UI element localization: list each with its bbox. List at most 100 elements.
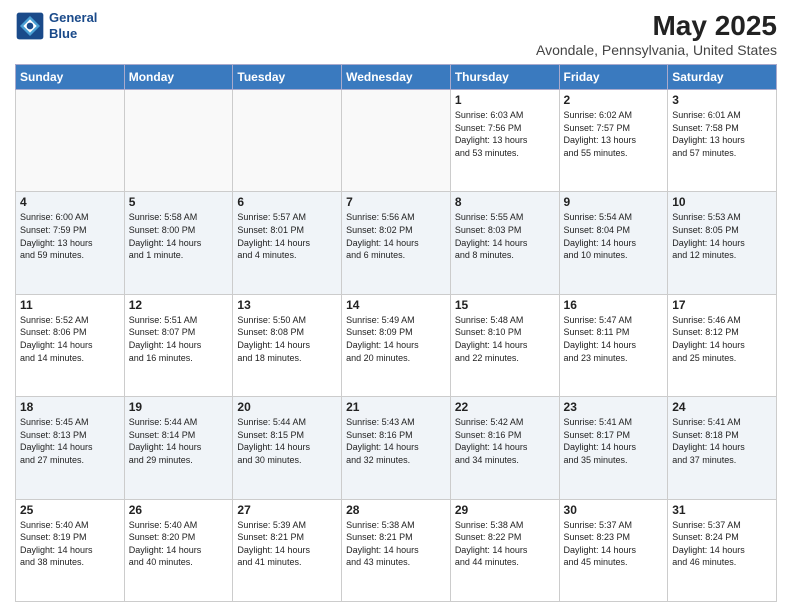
day-number: 29 (455, 503, 555, 517)
calendar-cell: 24Sunrise: 5:41 AM Sunset: 8:18 PM Dayli… (668, 397, 777, 499)
weekday-header-friday: Friday (559, 65, 668, 90)
day-info: Sunrise: 6:01 AM Sunset: 7:58 PM Dayligh… (672, 109, 772, 159)
day-info: Sunrise: 5:42 AM Sunset: 8:16 PM Dayligh… (455, 416, 555, 466)
day-number: 15 (455, 298, 555, 312)
weekday-header-saturday: Saturday (668, 65, 777, 90)
day-info: Sunrise: 5:45 AM Sunset: 8:13 PM Dayligh… (20, 416, 120, 466)
day-number: 5 (129, 195, 229, 209)
calendar-cell: 7 Sunrise: 5:56 AM Sunset: 8:02 PM Daylig… (342, 192, 451, 294)
day-number: 26 (129, 503, 229, 517)
calendar-week-0: 1 Sunrise: 6:03 AM Sunset: 7:56 PM Daylig… (16, 90, 777, 192)
day-info: Sunrise: 5:38 AM Sunset: 8:22 PM Dayligh… (455, 519, 555, 569)
page: General Blue May 2025 Avondale, Pennsylv… (0, 0, 792, 612)
day-info: Sunrise: 5:39 AM Sunset: 8:21 PM Dayligh… (237, 519, 337, 569)
day-info: Sunrise: 6:02 AM Sunset: 7:57 PM Dayligh… (564, 109, 664, 159)
logo: General Blue (15, 10, 97, 41)
calendar-cell: 13 Sunrise: 5:50 AM Sunset: 8:08 PM Dayli… (233, 294, 342, 396)
calendar-cell (124, 90, 233, 192)
logo-icon (15, 11, 45, 41)
day-number: 7 (346, 195, 446, 209)
calendar-cell: 16Sunrise: 5:47 AM Sunset: 8:11 PM Dayli… (559, 294, 668, 396)
calendar-cell: 21 Sunrise: 5:43 AM Sunset: 8:16 PM Dayli… (342, 397, 451, 499)
day-info: Sunrise: 5:46 AM Sunset: 8:12 PM Dayligh… (672, 314, 772, 364)
calendar-cell: 31 Sunrise: 5:37 AM Sunset: 8:24 PM Dayli… (668, 499, 777, 601)
calendar-cell: 26 Sunrise: 5:40 AM Sunset: 8:20 PM Dayli… (124, 499, 233, 601)
calendar-week-1: 4Sunrise: 6:00 AM Sunset: 7:59 PM Daylig… (16, 192, 777, 294)
day-number: 10 (672, 195, 772, 209)
weekday-header-tuesday: Tuesday (233, 65, 342, 90)
day-number: 14 (346, 298, 446, 312)
weekday-header-wednesday: Wednesday (342, 65, 451, 90)
day-info: Sunrise: 5:49 AM Sunset: 8:09 PM Dayligh… (346, 314, 446, 364)
day-info: Sunrise: 5:53 AM Sunset: 8:05 PM Dayligh… (672, 211, 772, 261)
day-info: Sunrise: 5:40 AM Sunset: 8:20 PM Dayligh… (129, 519, 229, 569)
calendar-week-2: 11 Sunrise: 5:52 AM Sunset: 8:06 PM Dayli… (16, 294, 777, 396)
calendar-cell: 27 Sunrise: 5:39 AM Sunset: 8:21 PM Dayli… (233, 499, 342, 601)
day-info: Sunrise: 5:41 AM Sunset: 8:17 PM Dayligh… (564, 416, 664, 466)
day-number: 25 (20, 503, 120, 517)
calendar-cell (233, 90, 342, 192)
subtitle: Avondale, Pennsylvania, United States (536, 42, 777, 58)
calendar-week-3: 18 Sunrise: 5:45 AM Sunset: 8:13 PM Dayli… (16, 397, 777, 499)
day-info: Sunrise: 5:37 AM Sunset: 8:24 PM Dayligh… (672, 519, 772, 569)
day-number: 11 (20, 298, 120, 312)
calendar-cell: 28 Sunrise: 5:38 AM Sunset: 8:21 PM Dayli… (342, 499, 451, 601)
day-info: Sunrise: 5:43 AM Sunset: 8:16 PM Dayligh… (346, 416, 446, 466)
calendar-table: SundayMondayTuesdayWednesdayThursdayFrid… (15, 64, 777, 602)
weekday-header-thursday: Thursday (450, 65, 559, 90)
calendar-cell: 1 Sunrise: 6:03 AM Sunset: 7:56 PM Daylig… (450, 90, 559, 192)
calendar-cell: 23 Sunrise: 5:41 AM Sunset: 8:17 PM Dayli… (559, 397, 668, 499)
day-number: 31 (672, 503, 772, 517)
day-info: Sunrise: 5:41 AM Sunset: 8:18 PM Dayligh… (672, 416, 772, 466)
day-number: 13 (237, 298, 337, 312)
day-info: Sunrise: 5:57 AM Sunset: 8:01 PM Dayligh… (237, 211, 337, 261)
calendar-cell: 15Sunrise: 5:48 AM Sunset: 8:10 PM Dayli… (450, 294, 559, 396)
day-number: 23 (564, 400, 664, 414)
day-number: 27 (237, 503, 337, 517)
calendar-cell: 6 Sunrise: 5:57 AM Sunset: 8:01 PM Daylig… (233, 192, 342, 294)
day-info: Sunrise: 6:03 AM Sunset: 7:56 PM Dayligh… (455, 109, 555, 159)
day-number: 9 (564, 195, 664, 209)
day-number: 4 (20, 195, 120, 209)
calendar-cell: 19 Sunrise: 5:44 AM Sunset: 8:14 PM Dayli… (124, 397, 233, 499)
day-number: 3 (672, 93, 772, 107)
day-number: 2 (564, 93, 664, 107)
day-info: Sunrise: 5:40 AM Sunset: 8:19 PM Dayligh… (20, 519, 120, 569)
day-info: Sunrise: 5:56 AM Sunset: 8:02 PM Dayligh… (346, 211, 446, 261)
calendar-cell: 2 Sunrise: 6:02 AM Sunset: 7:57 PM Daylig… (559, 90, 668, 192)
day-info: Sunrise: 5:54 AM Sunset: 8:04 PM Dayligh… (564, 211, 664, 261)
calendar-week-4: 25 Sunrise: 5:40 AM Sunset: 8:19 PM Dayli… (16, 499, 777, 601)
weekday-header-monday: Monday (124, 65, 233, 90)
day-number: 21 (346, 400, 446, 414)
day-info: Sunrise: 5:52 AM Sunset: 8:06 PM Dayligh… (20, 314, 120, 364)
calendar-cell: 20 Sunrise: 5:44 AM Sunset: 8:15 PM Dayli… (233, 397, 342, 499)
day-info: Sunrise: 5:50 AM Sunset: 8:08 PM Dayligh… (237, 314, 337, 364)
calendar-cell: 4Sunrise: 6:00 AM Sunset: 7:59 PM Daylig… (16, 192, 125, 294)
day-number: 1 (455, 93, 555, 107)
day-number: 17 (672, 298, 772, 312)
day-number: 28 (346, 503, 446, 517)
calendar-cell: 10 Sunrise: 5:53 AM Sunset: 8:05 PM Dayli… (668, 192, 777, 294)
day-info: Sunrise: 5:38 AM Sunset: 8:21 PM Dayligh… (346, 519, 446, 569)
calendar-cell: 12 Sunrise: 5:51 AM Sunset: 8:07 PM Dayli… (124, 294, 233, 396)
day-number: 16 (564, 298, 664, 312)
day-number: 19 (129, 400, 229, 414)
day-number: 18 (20, 400, 120, 414)
calendar-cell (16, 90, 125, 192)
day-number: 12 (129, 298, 229, 312)
day-info: Sunrise: 5:44 AM Sunset: 8:14 PM Dayligh… (129, 416, 229, 466)
title-block: May 2025 Avondale, Pennsylvania, United … (536, 10, 777, 58)
calendar-cell: 14 Sunrise: 5:49 AM Sunset: 8:09 PM Dayli… (342, 294, 451, 396)
calendar-cell: 22Sunrise: 5:42 AM Sunset: 8:16 PM Dayli… (450, 397, 559, 499)
day-info: Sunrise: 5:44 AM Sunset: 8:15 PM Dayligh… (237, 416, 337, 466)
day-number: 20 (237, 400, 337, 414)
header: General Blue May 2025 Avondale, Pennsylv… (15, 10, 777, 58)
calendar-cell (342, 90, 451, 192)
calendar-cell: 5Sunrise: 5:58 AM Sunset: 8:00 PM Daylig… (124, 192, 233, 294)
day-number: 6 (237, 195, 337, 209)
calendar-cell: 11 Sunrise: 5:52 AM Sunset: 8:06 PM Dayli… (16, 294, 125, 396)
day-number: 30 (564, 503, 664, 517)
day-info: Sunrise: 5:51 AM Sunset: 8:07 PM Dayligh… (129, 314, 229, 364)
calendar-cell: 8Sunrise: 5:55 AM Sunset: 8:03 PM Daylig… (450, 192, 559, 294)
main-title: May 2025 (536, 10, 777, 42)
